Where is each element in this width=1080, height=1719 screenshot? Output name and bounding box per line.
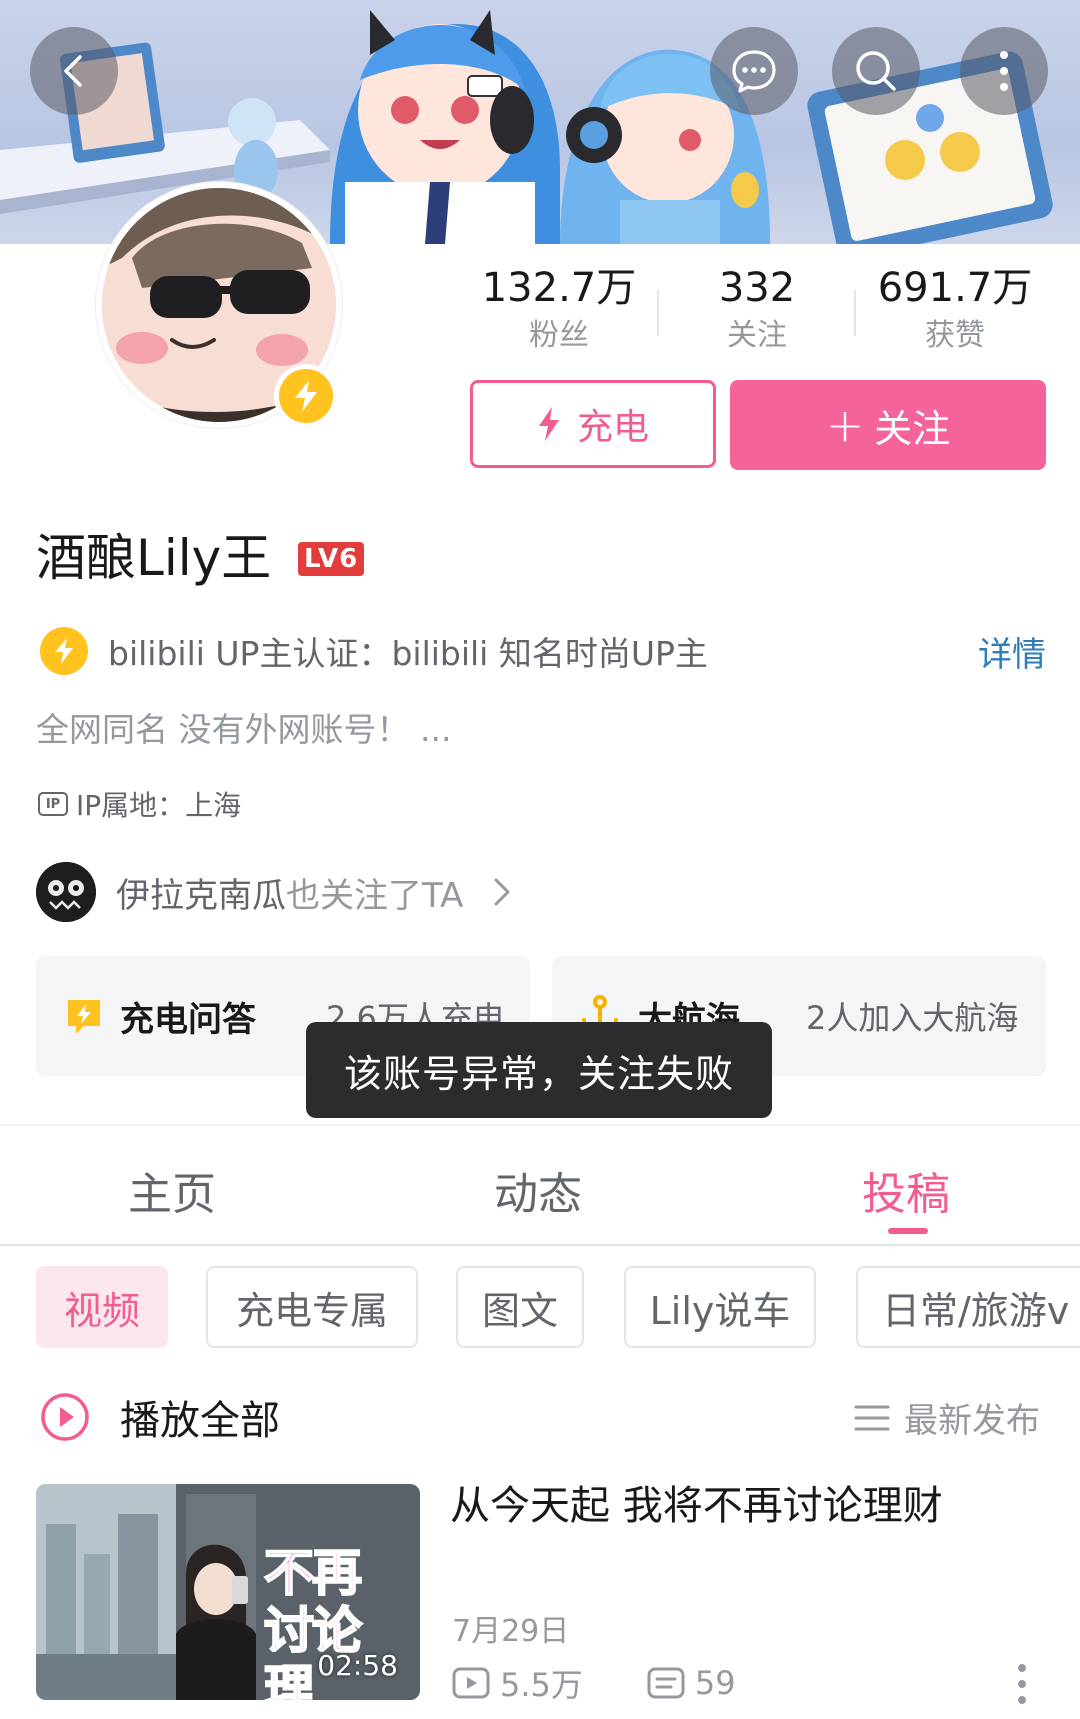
tab-dynamic[interactable]: 动态 [494,1158,582,1222]
video-meta: 5.5万 59 [452,1660,800,1706]
stat-fans-label: 粉丝 [529,318,589,353]
mutual-user-name: 伊拉克南瓜 [116,875,286,916]
user-bio[interactable]: 全网同名 没有外网账号！ ... [36,706,451,754]
search-button[interactable] [832,27,920,115]
video-more-icon[interactable] [1012,1662,1032,1706]
stat-divider [657,290,659,336]
more-button[interactable] [960,27,1048,115]
more-vertical-icon [1000,51,1008,91]
tab-posts[interactable]: 投稿 [862,1158,950,1222]
stat-likes-label: 获赞 [925,318,985,353]
chip-daily-travel[interactable]: 日常/旅游v [856,1266,1080,1348]
chat-bubble-icon [732,50,776,93]
video-date: 7月29日 [452,1614,570,1649]
chip-image-text[interactable]: 图文 [456,1266,584,1348]
ip-tag-icon: IP [38,792,68,816]
stat-likes-value: 691.7万 [877,265,1033,311]
charge-qa-icon [68,1000,100,1034]
back-button[interactable] [30,27,118,115]
play-all-label: 播放全部 [120,1398,280,1444]
user-name: 酒酿Lily王 [36,529,272,587]
video-views: 5.5万 [452,1660,583,1706]
play-all-button[interactable]: 播放全部 [40,1388,280,1446]
mutual-avatar [36,862,96,922]
stat-following-label: 关注 [727,318,787,353]
sort-button[interactable]: 最新发布 [854,1393,1040,1442]
sort-label: 最新发布 [904,1401,1040,1441]
video-comments-count: 59 [694,1664,736,1702]
guard-count: 2人加入大航海 [806,999,1019,1037]
charge-button[interactable]: 充电 [470,380,716,468]
follow-button[interactable]: + 关注 [730,380,1046,470]
lightning-icon [538,407,559,441]
video-duration: 02:58 [317,1649,398,1682]
mutual-suffix: 也关注了TA [286,875,464,916]
video-comments: 59 [647,1664,736,1702]
mutual-follow-text: 伊拉克南瓜也关注了TA [116,868,463,917]
level-badge: LV6 [298,542,365,576]
video-views-count: 5.5万 [500,1666,583,1704]
danmaku-count-icon [647,1667,685,1699]
stat-following[interactable]: 332 关注 [672,262,842,358]
chip-video[interactable]: 视频 [36,1266,168,1348]
profile-tab-bar: 主页 动态 投稿 [0,1124,1080,1246]
charge-button-label: 充电 [576,407,649,448]
charge-qa-title: 充电问答 [120,999,256,1040]
video-thumbnail[interactable]: 不再讨论理 02:58 [36,1484,420,1700]
video-title[interactable]: 从今天起 我将不再讨论理财 [450,1478,943,1534]
search-icon [856,51,896,91]
stat-divider [854,290,856,336]
ip-location: IP IP属地：上海 [38,784,241,824]
message-button[interactable] [710,27,798,115]
sort-list-icon [854,1405,890,1430]
stat-likes: 691.7万 获赞 [870,262,1040,358]
detail-link[interactable]: 详情 [978,627,1046,676]
toast-message: 该账号异常，关注失败 [306,1022,772,1118]
ip-location-text: IP属地：上海 [76,789,242,822]
stat-fans-value: 132.7万 [481,265,637,311]
chevron-right-icon [494,878,510,906]
chevron-left-icon [64,55,82,87]
verified-lightning-icon [40,627,88,675]
plus-icon: + [825,398,865,452]
stat-fans[interactable]: 132.7万 粉丝 [474,262,644,358]
play-count-icon [452,1667,490,1699]
chip-lily-cars[interactable]: Lily说车 [624,1266,816,1348]
tab-home[interactable]: 主页 [128,1158,216,1222]
verification-text: bilibili UP主认证：bilibili 知名时尚UP主 [108,634,708,673]
chip-charge-exclusive[interactable]: 充电专属 [206,1266,418,1348]
charge-badge-icon [274,364,338,428]
mutual-follow-row[interactable]: 伊拉克南瓜也关注了TA [36,862,511,922]
play-circle-icon [41,1393,89,1441]
verification-row: bilibili UP主认证：bilibili 知名时尚UP主 详情 [40,626,1046,676]
follow-button-label: 关注 [874,406,951,451]
active-tab-indicator [888,1228,928,1234]
stat-following-value: 332 [718,265,796,311]
